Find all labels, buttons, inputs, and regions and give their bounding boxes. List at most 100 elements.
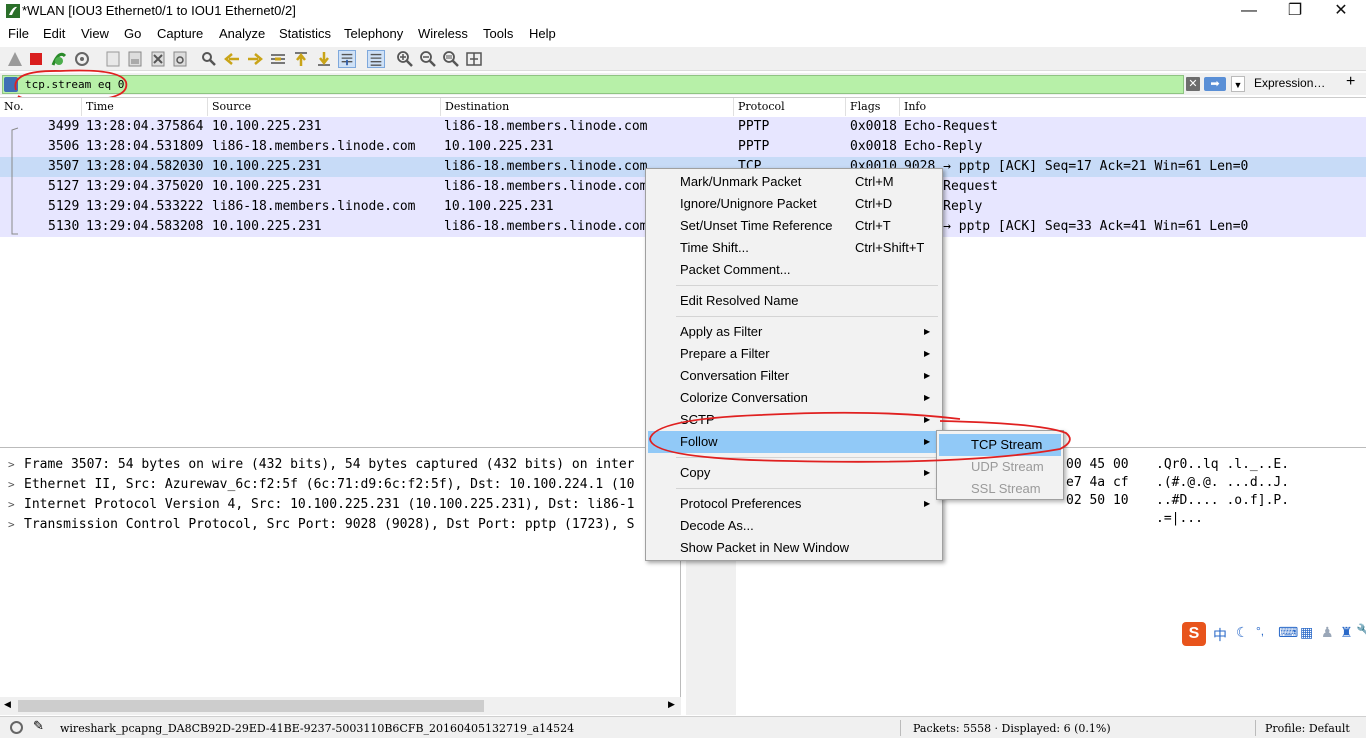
go-back-icon[interactable] — [223, 50, 241, 68]
packet-row[interactable]: 3506 13:28:04.531809 li86-18.members.linod… — [0, 137, 1366, 157]
bytes-ascii[interactable]: .(#.@.@. ...d..J. — [1156, 474, 1289, 492]
start-capture-icon[interactable] — [6, 50, 24, 68]
packet-cell-no: 3507 — [48, 159, 80, 174]
menu-analyze[interactable]: Analyze — [219, 26, 265, 41]
ime-skin-icon[interactable]: ♜ — [1340, 624, 1353, 641]
menu-go[interactable]: Go — [124, 26, 141, 41]
bytes-hex[interactable]: 00 45 00 — [1066, 456, 1129, 474]
ime-keyboard-icon[interactable]: ⌨ — [1278, 624, 1298, 641]
ctx-prepare-filter[interactable]: Prepare a Filter ▶ — [648, 343, 940, 365]
auto-scroll-icon[interactable] — [338, 50, 356, 68]
expand-arrow-icon[interactable]: > — [8, 495, 15, 515]
ctx-packet-comment[interactable]: Packet Comment... — [648, 259, 940, 281]
close-button[interactable]: ✕ — [1318, 0, 1364, 24]
filter-history-dropdown-icon[interactable]: ▼ — [1231, 76, 1245, 92]
ctx-time-shift[interactable]: Time Shift... Ctrl+Shift+T — [648, 237, 940, 259]
go-last-packet-icon[interactable] — [315, 50, 333, 68]
expand-arrow-icon[interactable]: > — [8, 515, 15, 535]
stop-capture-icon[interactable] — [27, 50, 45, 68]
ctx-protocol-preferences[interactable]: Protocol Preferences ▶ — [648, 493, 940, 515]
scroll-right-icon[interactable]: ▶ — [668, 699, 675, 710]
go-to-packet-icon[interactable] — [269, 50, 287, 68]
ctx-apply-as-filter[interactable]: Apply as Filter ▶ — [648, 321, 940, 343]
menu-help[interactable]: Help — [529, 26, 556, 41]
resize-columns-icon[interactable] — [465, 50, 483, 68]
menu-tools[interactable]: Tools — [483, 26, 513, 41]
ime-tool-icon[interactable]: 🔧 — [1356, 623, 1366, 640]
menu-file[interactable]: File — [8, 26, 29, 41]
submenu-arrow-icon: ▶ — [924, 499, 931, 508]
go-first-packet-icon[interactable] — [292, 50, 310, 68]
menu-view[interactable]: View — [81, 26, 109, 41]
menu-telephony[interactable]: Telephony — [344, 26, 403, 41]
ctx-follow[interactable]: Follow ▶ — [648, 431, 940, 453]
maximize-button[interactable]: ❐ — [1272, 0, 1318, 24]
submenu-tcp-stream[interactable]: TCP Stream — [939, 434, 1061, 456]
column-header-no[interactable]: No. — [0, 98, 82, 116]
bytes-ascii[interactable]: .Qr0..lq .l._..E. — [1156, 456, 1289, 474]
ime-menu-icon[interactable]: ▦ — [1300, 624, 1313, 641]
zoom-normal-icon[interactable] — [442, 50, 460, 68]
bytes-hex[interactable]: 02 50 10 — [1066, 492, 1129, 510]
find-packet-icon[interactable] — [200, 50, 218, 68]
wireshark-logo-icon — [6, 4, 20, 18]
ctx-conversation-filter[interactable]: Conversation Filter ▶ — [648, 365, 940, 387]
status-profile[interactable]: Profile: Default — [1265, 722, 1350, 735]
restart-capture-icon[interactable] — [50, 50, 68, 68]
ctx-show-packet-new-window[interactable]: Show Packet in New Window — [648, 537, 940, 559]
expand-arrow-icon[interactable]: > — [8, 475, 15, 495]
ctx-decode-as[interactable]: Decode As... — [648, 515, 940, 537]
ime-punct-icon[interactable]: °, — [1256, 624, 1264, 638]
filter-apply-icon[interactable]: ➡ — [1204, 77, 1226, 91]
zoom-out-icon[interactable] — [419, 50, 437, 68]
packet-cell-src: 10.100.225.231 — [212, 159, 322, 174]
filter-clear-icon[interactable]: ✕ — [1186, 77, 1200, 91]
ctx-sctp[interactable]: SCTP ▶ — [648, 409, 940, 431]
ctx-edit-resolved-name[interactable]: Edit Resolved Name — [648, 290, 940, 312]
scrollbar-thumb[interactable] — [18, 700, 484, 712]
column-header-time[interactable]: Time — [82, 98, 208, 116]
bytes-ascii[interactable]: .=|... — [1156, 510, 1203, 528]
column-header-flags[interactable]: Flags — [846, 98, 900, 116]
save-file-icon[interactable] — [126, 50, 144, 68]
expand-arrow-icon[interactable]: > — [8, 455, 15, 475]
ctx-ignore-unignore[interactable]: Ignore/Unignore Packet Ctrl+D — [648, 193, 940, 215]
ctx-time-reference[interactable]: Set/Unset Time Reference Ctrl+T — [648, 215, 940, 237]
scroll-left-icon[interactable]: ◀ — [4, 699, 11, 710]
reload-file-icon[interactable] — [171, 50, 189, 68]
column-header-source[interactable]: Source — [208, 98, 441, 116]
display-filter-input[interactable]: tcp.stream eq 0 — [2, 75, 1184, 94]
sogou-logo-icon[interactable]: S — [1182, 622, 1206, 646]
details-horizontal-scrollbar[interactable]: ◀ ▶ — [0, 697, 681, 715]
ime-moon-icon[interactable]: ☾ — [1236, 624, 1249, 641]
submenu-arrow-icon: ▶ — [924, 349, 931, 358]
bytes-hex[interactable]: e7 4a cf — [1066, 474, 1129, 492]
packet-row[interactable]: 3499 13:28:04.375864 10.100.225.231 li86-18… — [0, 117, 1366, 137]
capture-options-icon[interactable] — [73, 50, 91, 68]
close-file-icon[interactable] — [149, 50, 167, 68]
ctx-copy[interactable]: Copy ▶ — [648, 462, 940, 484]
expression-button[interactable]: Expression… — [1254, 76, 1325, 90]
menu-statistics[interactable]: Statistics — [279, 26, 331, 41]
packet-cell-flags: 0x0018 — [850, 119, 897, 134]
menu-wireless[interactable]: Wireless — [418, 26, 468, 41]
minimize-button[interactable]: — — [1226, 0, 1272, 24]
filter-bookmark-icon[interactable] — [4, 77, 18, 92]
open-file-icon[interactable] — [104, 50, 122, 68]
ctx-colorize-conversation[interactable]: Colorize Conversation ▶ — [648, 387, 940, 409]
menu-capture[interactable]: Capture — [157, 26, 203, 41]
colorize-icon[interactable] — [367, 50, 385, 68]
edit-comment-icon[interactable]: ✎ — [33, 719, 44, 734]
go-forward-icon[interactable] — [246, 50, 264, 68]
ime-user-icon[interactable]: ♟ — [1321, 624, 1334, 641]
zoom-in-icon[interactable] — [396, 50, 414, 68]
add-filter-button[interactable]: + — [1346, 73, 1355, 91]
bytes-ascii[interactable]: ..#D.... .o.f].P. — [1156, 492, 1289, 510]
column-header-info[interactable]: Info — [900, 98, 1366, 116]
menu-edit[interactable]: Edit — [43, 26, 65, 41]
column-header-protocol[interactable]: Protocol — [734, 98, 846, 116]
ctx-mark-unmark[interactable]: Mark/Unmark Packet Ctrl+M — [648, 171, 940, 193]
ime-lang-icon[interactable]: 中 — [1213, 625, 1227, 645]
capture-status-icon[interactable] — [10, 721, 23, 734]
column-header-destination[interactable]: Destination — [441, 98, 734, 116]
